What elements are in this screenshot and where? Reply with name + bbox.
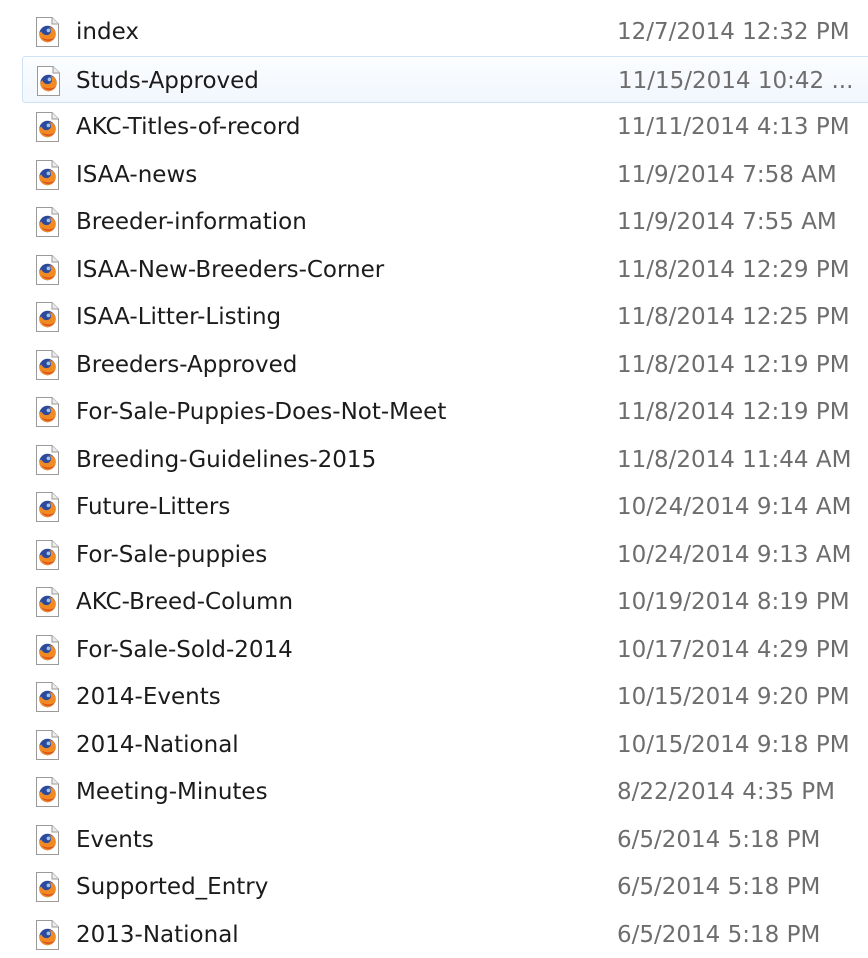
firefox-html-file-icon (34, 920, 61, 950)
firefox-html-file-icon (34, 777, 61, 807)
file-row[interactable]: Breeder-information 11/9/2014 7:55 AM (0, 198, 868, 246)
file-name: For-Sale-puppies (76, 540, 267, 570)
file-name: Breeders-Approved (76, 350, 297, 380)
file-name: ISAA-Litter-Listing (76, 302, 281, 332)
firefox-html-file-icon (34, 682, 61, 712)
firefox-html-file-icon (34, 635, 61, 665)
file-date-modified: 8/22/2014 4:35 PM (617, 777, 835, 807)
file-date-modified: 6/5/2014 5:18 PM (617, 872, 820, 902)
file-name: For-Sale-Sold-2014 (76, 635, 293, 665)
file-date-modified: 11/11/2014 4:13 PM (617, 112, 850, 142)
file-row[interactable]: ISAA-New-Breeders-Corner 11/8/2014 12:29… (0, 246, 868, 294)
firefox-html-file-icon (34, 160, 61, 190)
file-row[interactable]: ISAA-Litter-Listing 11/8/2014 12:25 PM (0, 293, 868, 341)
firefox-html-file-icon (34, 445, 61, 475)
file-name: Events (76, 825, 154, 855)
file-row[interactable]: For-Sale-puppies 10/24/2014 9:13 AM (0, 531, 868, 579)
file-row[interactable]: 2014-National 10/15/2014 9:18 PM (0, 721, 868, 769)
firefox-html-file-icon (34, 350, 61, 380)
firefox-html-file-icon (34, 255, 61, 285)
file-name: For-Sale-Puppies-Does-Not-Meet (76, 397, 446, 427)
file-row[interactable]: Meeting-Minutes 8/22/2014 4:35 PM (0, 768, 868, 816)
file-date-modified: 10/15/2014 9:18 PM (617, 730, 850, 760)
file-date-modified: 11/8/2014 11:44 AM (617, 445, 851, 475)
file-name: AKC-Titles-of-record (76, 112, 301, 142)
file-row[interactable]: ISAA-news 11/9/2014 7:58 AM (0, 151, 868, 199)
file-date-modified: 11/8/2014 12:25 PM (617, 302, 850, 332)
file-list: index 12/7/2014 12:32 PM Studs-Approved … (0, 8, 868, 958)
file-date-modified: 10/17/2014 4:29 PM (617, 635, 850, 665)
firefox-html-file-icon (34, 730, 61, 760)
file-name: Supported_Entry (76, 872, 268, 902)
firefox-html-file-icon (34, 17, 61, 47)
file-date-modified: 6/5/2014 5:18 PM (617, 825, 820, 855)
file-row[interactable]: 2014-Events 10/15/2014 9:20 PM (0, 673, 868, 721)
file-date-modified: 10/24/2014 9:13 AM (617, 540, 851, 570)
file-row[interactable]: For-Sale-Sold-2014 10/17/2014 4:29 PM (0, 626, 868, 674)
file-name: ISAA-news (76, 160, 197, 190)
firefox-html-file-icon (34, 872, 61, 902)
file-date-modified: 10/24/2014 9:14 AM (617, 492, 851, 522)
file-name: 2014-National (76, 730, 239, 760)
file-row[interactable]: Breeders-Approved 11/8/2014 12:19 PM (0, 341, 868, 389)
file-date-modified: 11/15/2014 10:42 ... (618, 66, 853, 96)
file-name: Breeding-Guidelines-2015 (76, 445, 376, 475)
file-name: Breeder-information (76, 207, 307, 237)
file-name: Studs-Approved (76, 66, 259, 96)
firefox-html-file-icon (34, 302, 61, 332)
file-row[interactable]: Events 6/5/2014 5:18 PM (0, 816, 868, 864)
file-date-modified: 12/7/2014 12:32 PM (617, 17, 850, 47)
firefox-html-file-icon (35, 66, 62, 96)
file-name: Future-Litters (76, 492, 230, 522)
file-date-modified: 11/9/2014 7:58 AM (617, 160, 837, 190)
file-date-modified: 11/8/2014 12:19 PM (617, 350, 850, 380)
file-row[interactable]: Studs-Approved 11/15/2014 10:42 ... (22, 56, 868, 104)
file-date-modified: 10/19/2014 8:19 PM (617, 587, 850, 617)
file-date-modified: 6/5/2014 5:18 PM (617, 920, 820, 950)
file-row[interactable]: Supported_Entry 6/5/2014 5:18 PM (0, 863, 868, 911)
file-row[interactable]: index 12/7/2014 12:32 PM (0, 8, 868, 56)
firefox-html-file-icon (34, 397, 61, 427)
file-name: index (76, 17, 139, 47)
file-date-modified: 11/8/2014 12:29 PM (617, 255, 850, 285)
firefox-html-file-icon (34, 207, 61, 237)
firefox-html-file-icon (34, 492, 61, 522)
file-name: AKC-Breed-Column (76, 587, 293, 617)
firefox-html-file-icon (34, 540, 61, 570)
file-name: Meeting-Minutes (76, 777, 268, 807)
file-row[interactable]: AKC-Titles-of-record 11/11/2014 4:13 PM (0, 103, 868, 151)
file-row[interactable]: Breeding-Guidelines-2015 11/8/2014 11:44… (0, 436, 868, 484)
firefox-html-file-icon (34, 112, 61, 142)
file-date-modified: 10/15/2014 9:20 PM (617, 682, 850, 712)
firefox-html-file-icon (34, 587, 61, 617)
file-row[interactable]: AKC-Breed-Column 10/19/2014 8:19 PM (0, 578, 868, 626)
file-name: ISAA-New-Breeders-Corner (76, 255, 384, 285)
firefox-html-file-icon (34, 825, 61, 855)
file-row[interactable]: For-Sale-Puppies-Does-Not-Meet 11/8/2014… (0, 388, 868, 436)
file-date-modified: 11/9/2014 7:55 AM (617, 207, 837, 237)
file-date-modified: 11/8/2014 12:19 PM (617, 397, 850, 427)
file-row[interactable]: Future-Litters 10/24/2014 9:14 AM (0, 483, 868, 531)
file-name: 2014-Events (76, 682, 221, 712)
file-name: 2013-National (76, 920, 239, 950)
